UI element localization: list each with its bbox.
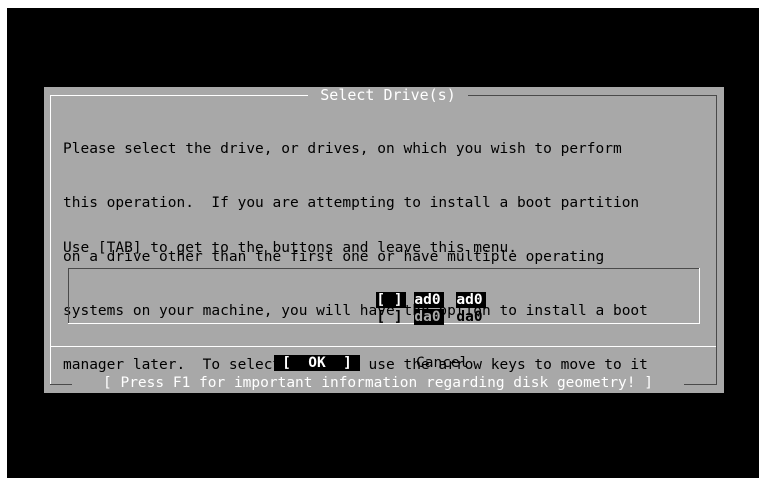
list-border-right xyxy=(699,268,700,324)
frame-left xyxy=(50,95,51,385)
tab-hint: Use [TAB] to get to the buttons and leav… xyxy=(63,240,517,256)
drive-item-da0[interactable]: [ ] da0 da0 xyxy=(324,293,486,325)
select-drive-dialog: Select Drive(s) Please select the drive,… xyxy=(44,86,724,427)
drive-description[interactable]: da0 xyxy=(456,309,486,325)
frame-top-left xyxy=(50,95,308,96)
ok-button[interactable]: [ OK ] xyxy=(274,355,360,371)
list-border-top xyxy=(68,268,700,269)
body-line: this operation. If you are attempting to… xyxy=(63,195,640,211)
dialog-title: Select Drive(s) xyxy=(320,86,456,104)
body-line: Please select the drive, or drives, on w… xyxy=(63,141,622,157)
frame-top-right xyxy=(468,95,716,96)
body-line: and press [SPACE] or [ENTER]. To de-sele… xyxy=(63,411,613,427)
list-border-left xyxy=(68,268,69,324)
drive-tag[interactable]: da0 xyxy=(414,309,445,325)
cancel-button[interactable]: Cancel xyxy=(416,355,468,371)
drive-list[interactable]: [ ] ad0 ad0 [ ] da0 da0 xyxy=(68,268,700,325)
drive-checkbox[interactable]: [ ] xyxy=(376,309,406,325)
frame-right xyxy=(716,95,717,385)
body-line: manager later. To select a drive, use th… xyxy=(63,357,648,373)
f1-help-footer: [ Press F1 for important information reg… xyxy=(103,375,653,391)
drive-item-ad0[interactable]: [ ] ad0 ad0 xyxy=(324,276,487,308)
